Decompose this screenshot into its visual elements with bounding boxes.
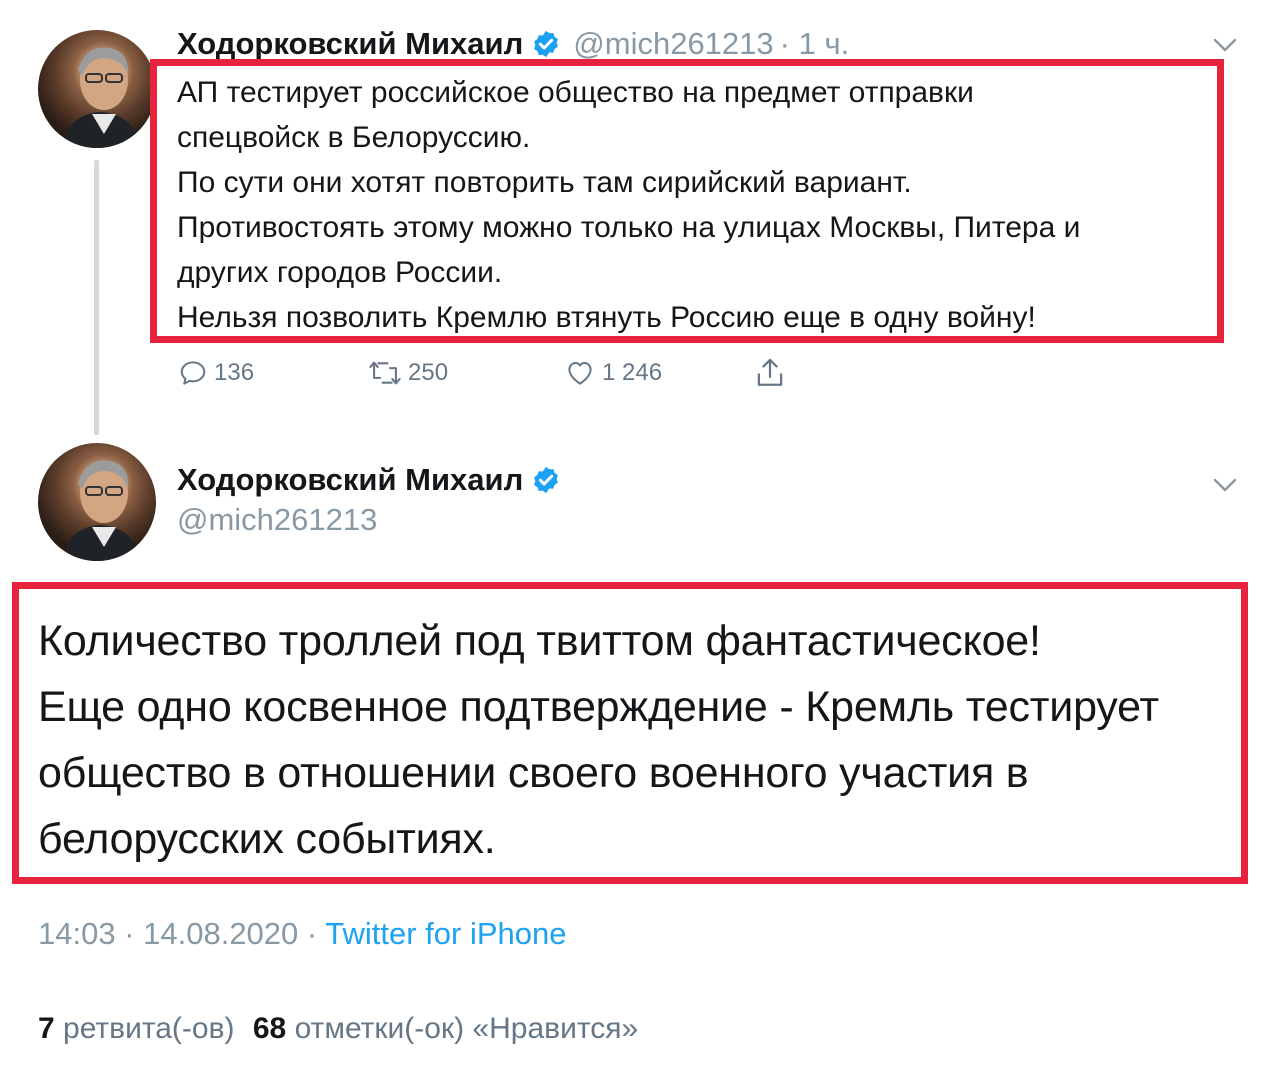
retweet-icon bbox=[369, 361, 401, 385]
tweet-timestamp[interactable]: 14:03 · 14.08.2020 · bbox=[38, 916, 317, 951]
tweet-text-line: Количество троллей под твиттом фантастич… bbox=[38, 617, 1041, 665]
verified-badge-icon bbox=[534, 30, 559, 58]
tweet-text-line: спецвойск в Белоруссию. bbox=[177, 121, 531, 154]
likes-count: 68 bbox=[252, 1012, 287, 1045]
chevron-down-icon[interactable] bbox=[1212, 476, 1238, 494]
author-handle[interactable]: @mich261213 bbox=[177, 502, 377, 538]
avatar[interactable] bbox=[38, 30, 156, 148]
tweet-text-line: АП тестирует российское общество на пред… bbox=[177, 76, 974, 109]
tweet-text: АП тестирует российское общество на пред… bbox=[177, 70, 1080, 340]
tweet-text-line: белорусских событиях. bbox=[38, 815, 496, 863]
reply-count: 136 bbox=[214, 359, 255, 386]
verified-badge-icon bbox=[534, 466, 559, 494]
author-name[interactable]: Ходорковский Михаил bbox=[177, 462, 523, 498]
tweet-stats: 7 ретвита(-ов) 68 отметки(-ок) «Нравится… bbox=[38, 1012, 638, 1046]
tweet-text-line: Еще одно косвенное подтверждение - Кремл… bbox=[38, 683, 1159, 731]
thread-connector-line bbox=[94, 160, 99, 435]
avatar[interactable] bbox=[38, 443, 156, 561]
tweet1-header: Ходорковский Михаил @mich261213 · 1 ч. bbox=[177, 26, 849, 62]
tweet-text-line: По сути они хотят повторить там сирийски… bbox=[177, 166, 912, 199]
tweet-text-line: Нельзя позволить Кремлю втянуть Россию е… bbox=[177, 301, 1036, 334]
tweet2-header: Ходорковский Михаил bbox=[177, 462, 561, 498]
likes-stat[interactable]: 68 отметки(-ок) «Нравится» bbox=[253, 1012, 638, 1045]
like-count: 1 246 bbox=[602, 359, 663, 386]
share-icon bbox=[757, 358, 783, 386]
tweet-meta: 14:03 · 14.08.2020 · Twitter for iPhone bbox=[38, 916, 567, 952]
retweets-count: 7 bbox=[38, 1012, 55, 1045]
likes-label: отметки(-ок) «Нравится» bbox=[294, 1012, 639, 1045]
tweet-source-link[interactable]: Twitter for iPhone bbox=[325, 916, 566, 951]
avatar-photo-icon bbox=[62, 47, 142, 148]
tweet-time[interactable]: · 1 ч. bbox=[780, 26, 850, 62]
tweet-text-line: общество в отношении своего военного уча… bbox=[38, 749, 1029, 797]
retweets-label: ретвита(-ов) bbox=[63, 1012, 235, 1045]
author-handle[interactable]: @mich261213 bbox=[573, 26, 773, 62]
retweet-count: 250 bbox=[408, 359, 449, 386]
avatar-photo-icon bbox=[62, 460, 142, 561]
retweet-button[interactable]: 250 bbox=[368, 358, 448, 388]
tweet-text: Количество троллей под твиттом фантастич… bbox=[38, 608, 1159, 872]
author-name[interactable]: Ходорковский Михаил bbox=[177, 26, 523, 62]
like-button[interactable]: 1 246 bbox=[564, 358, 662, 388]
tweet-text-line: Противостоять этому можно только на улиц… bbox=[177, 211, 1081, 244]
chevron-down-icon[interactable] bbox=[1212, 36, 1238, 54]
like-icon bbox=[568, 362, 592, 385]
tweet-text-line: других городов России. bbox=[177, 256, 503, 289]
reply-button[interactable]: 136 bbox=[178, 358, 254, 388]
share-button[interactable] bbox=[754, 356, 792, 390]
reply-icon bbox=[180, 361, 206, 385]
retweets-stat[interactable]: 7 ретвита(-ов) bbox=[38, 1012, 235, 1045]
